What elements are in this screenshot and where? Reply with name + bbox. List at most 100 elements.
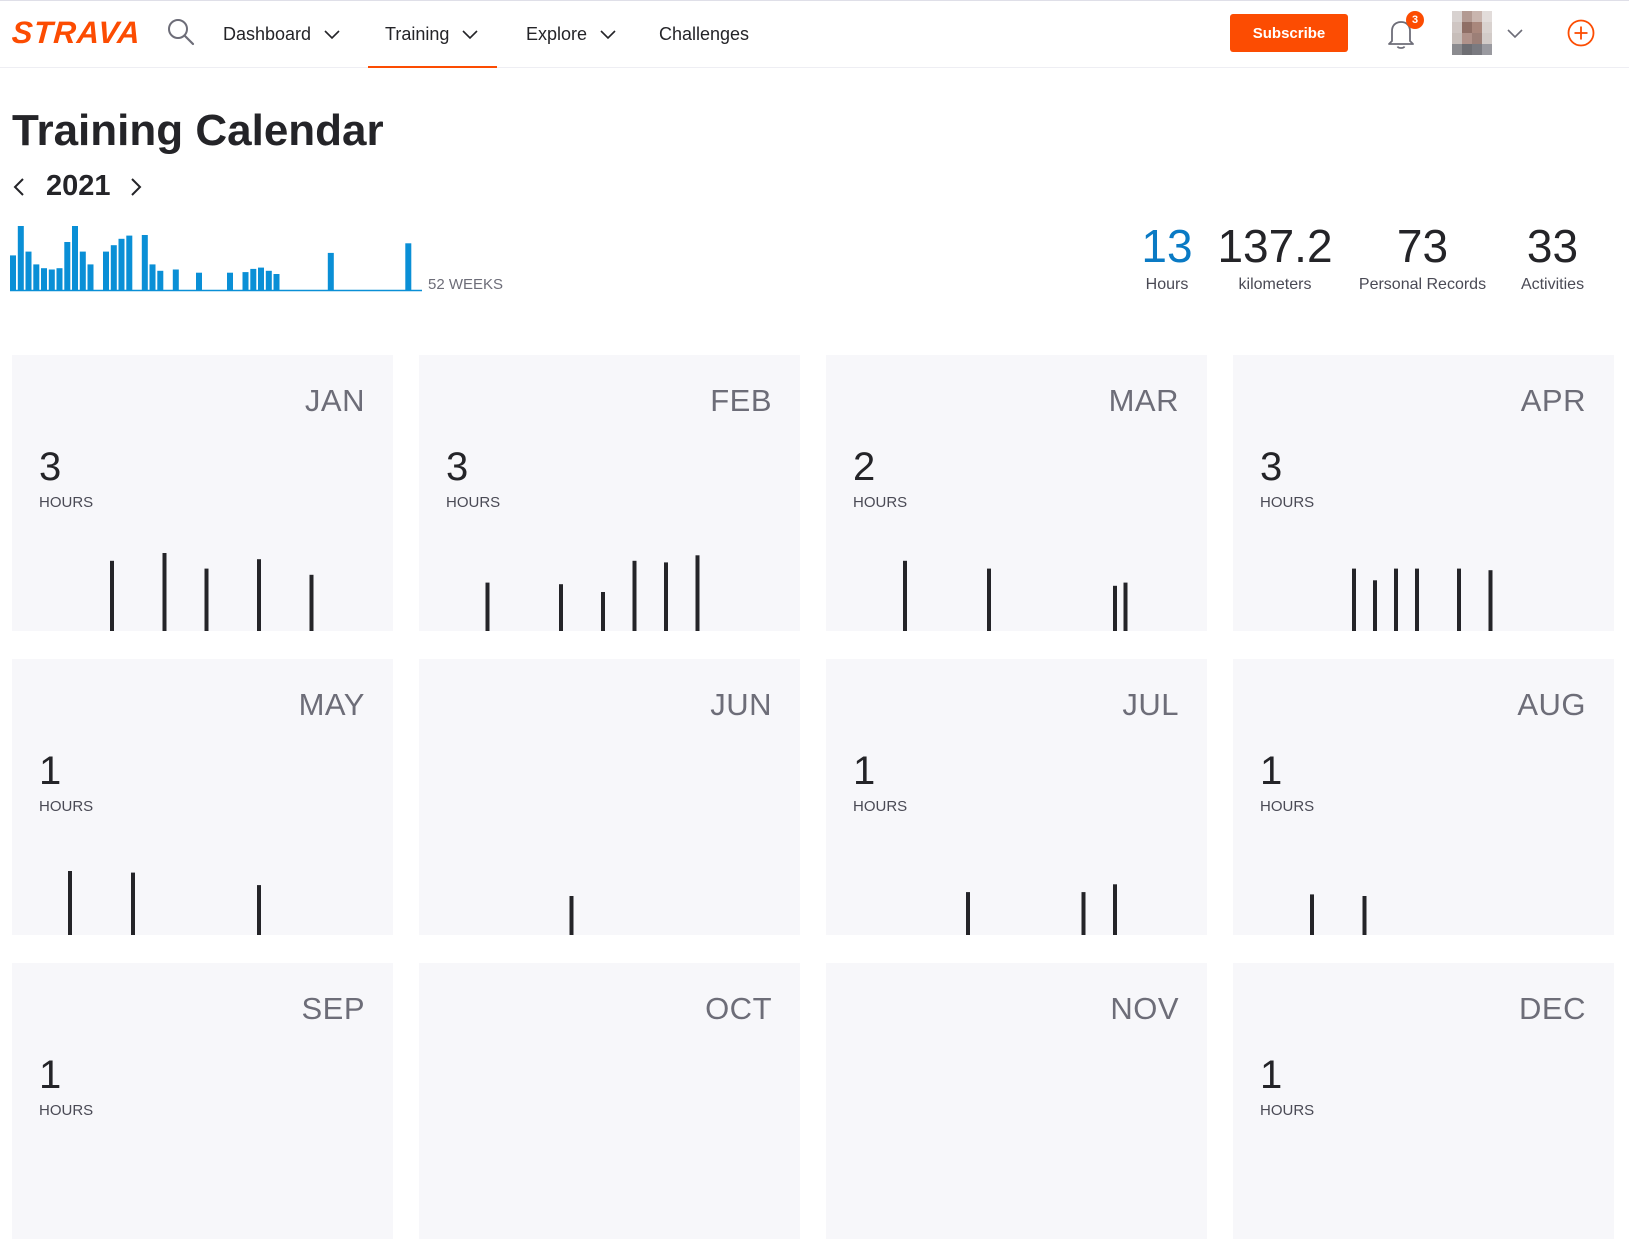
week-bar[interactable] xyxy=(405,243,412,290)
week-bar[interactable] xyxy=(242,272,249,290)
activity-bar[interactable] xyxy=(257,885,261,935)
week-bar[interactable] xyxy=(56,268,63,290)
activity-bar[interactable] xyxy=(1113,884,1117,935)
week-bar[interactable] xyxy=(33,264,40,290)
activity-bar[interactable] xyxy=(664,562,668,631)
month-card-mar[interactable]: MAR 2 HOURS xyxy=(826,355,1207,631)
week-bar[interactable] xyxy=(327,252,334,290)
week-bar[interactable] xyxy=(227,272,233,290)
nav-training[interactable]: Training xyxy=(367,1,498,68)
month-hours-value: 1 xyxy=(1260,749,1283,793)
activity-bar[interactable] xyxy=(1373,580,1377,631)
week-bar[interactable] xyxy=(72,226,78,290)
activity-bar[interactable] xyxy=(257,559,261,631)
activity-bar[interactable] xyxy=(632,560,637,631)
month-hours-unit: HOURS xyxy=(853,494,908,511)
week-bar[interactable] xyxy=(273,274,280,290)
week-bar[interactable] xyxy=(103,251,109,290)
month-activity-bars xyxy=(1352,568,1493,631)
month-card-may[interactable]: MAY 1 HOURS xyxy=(12,659,393,935)
activity-bar[interactable] xyxy=(1415,568,1419,631)
month-card-aug[interactable]: AUG 1 HOURS xyxy=(1233,659,1614,935)
chevron-down-icon[interactable] xyxy=(1506,27,1524,39)
week-bar[interactable] xyxy=(17,226,24,290)
week-bar[interactable] xyxy=(141,235,148,290)
month-activity-bars xyxy=(419,1119,800,1239)
week-bar[interactable] xyxy=(110,245,117,290)
week-bar[interactable] xyxy=(172,269,179,291)
activity-bar[interactable] xyxy=(110,560,114,631)
week-bar[interactable] xyxy=(126,235,133,290)
month-name: OCT xyxy=(705,991,772,1026)
week-bar[interactable] xyxy=(149,264,156,290)
week-bar[interactable] xyxy=(79,251,86,290)
week-bar[interactable] xyxy=(64,242,71,290)
week-bar[interactable] xyxy=(48,269,55,291)
activity-bar[interactable] xyxy=(695,555,700,631)
nav-challenges[interactable]: Challenges xyxy=(659,1,749,67)
activity-bar[interactable] xyxy=(1081,892,1086,935)
week-bar[interactable] xyxy=(265,270,272,290)
weeks-label: 52 WEEKS xyxy=(428,276,504,293)
activity-bar[interactable] xyxy=(559,584,563,631)
nav-dashboard[interactable]: Dashboard xyxy=(223,1,341,67)
activity-bar[interactable] xyxy=(903,560,907,631)
week-bar[interactable] xyxy=(87,264,94,290)
month-card-apr[interactable]: APR 3 HOURS xyxy=(1233,355,1614,631)
week-bar[interactable] xyxy=(41,268,47,290)
year-label: 2021 xyxy=(46,170,111,202)
chevron-left-icon[interactable] xyxy=(10,176,30,198)
activity-bar[interactable] xyxy=(485,582,490,631)
month-card-jul[interactable]: JUL 1 HOURS xyxy=(826,659,1207,935)
activity-bar[interactable] xyxy=(569,896,574,935)
month-name: JUL xyxy=(1122,687,1179,722)
month-hours-unit: HOURS xyxy=(446,494,501,511)
month-hours-value: 1 xyxy=(1260,1053,1283,1097)
activity-bar[interactable] xyxy=(1457,568,1461,631)
activity-bar[interactable] xyxy=(1352,568,1356,631)
activity-bar[interactable] xyxy=(966,892,970,935)
month-card-dec[interactable]: DEC 1 HOURS xyxy=(1233,963,1614,1239)
week-bar[interactable] xyxy=(25,251,32,290)
strava-logo[interactable]: STRAVA xyxy=(11,15,142,51)
activity-bar[interactable] xyxy=(309,574,314,631)
activity-bar[interactable] xyxy=(601,592,605,631)
week-bar[interactable] xyxy=(157,270,164,290)
month-hours-unit: HOURS xyxy=(1260,1102,1315,1119)
activity-bar[interactable] xyxy=(68,871,72,935)
month-card-feb[interactable]: FEB 3 HOURS xyxy=(419,355,800,631)
activity-bar[interactable] xyxy=(1362,896,1367,935)
week-bar[interactable] xyxy=(118,238,125,290)
week-bar[interactable] xyxy=(10,255,16,290)
month-name: AUG xyxy=(1517,687,1586,722)
activity-bar[interactable] xyxy=(162,553,167,631)
month-card-jan[interactable]: JAN 3 HOURS xyxy=(12,355,393,631)
month-card-sep[interactable]: SEP 1 HOURS xyxy=(12,963,393,1239)
activity-bar[interactable] xyxy=(1394,568,1398,631)
activity-bar[interactable] xyxy=(131,872,135,935)
chevron-right-icon[interactable] xyxy=(125,176,145,198)
search-button[interactable] xyxy=(166,17,196,47)
activity-bar[interactable] xyxy=(1113,585,1117,631)
stat-kilometers: 137.2 kilometers xyxy=(1210,222,1340,294)
month-card-oct[interactable]: OCT xyxy=(419,963,800,1239)
activity-bar[interactable] xyxy=(1310,894,1314,935)
activity-bar[interactable] xyxy=(987,568,991,631)
stat-personal-records-value: 73 xyxy=(1396,220,1449,272)
activity-bar[interactable] xyxy=(1123,582,1128,631)
month-card-nov[interactable]: NOV xyxy=(826,963,1207,1239)
week-bar[interactable] xyxy=(250,268,257,290)
activity-bar[interactable] xyxy=(1488,570,1493,631)
week-bar[interactable] xyxy=(196,272,202,290)
nav-training-label: Training xyxy=(385,23,450,44)
nav-explore[interactable]: Explore xyxy=(526,1,617,67)
month-hours-value: 3 xyxy=(39,445,62,489)
upload-button[interactable] xyxy=(1566,18,1596,48)
week-bar[interactable] xyxy=(258,267,264,290)
activity-bar[interactable] xyxy=(204,568,209,631)
subscribe-button[interactable]: Subscribe xyxy=(1230,14,1348,52)
stat-hours-value: 13 xyxy=(1141,220,1193,272)
avatar[interactable] xyxy=(1452,11,1492,55)
nav-explore-label: Explore xyxy=(526,23,588,44)
month-card-jun[interactable]: JUN xyxy=(419,659,800,935)
